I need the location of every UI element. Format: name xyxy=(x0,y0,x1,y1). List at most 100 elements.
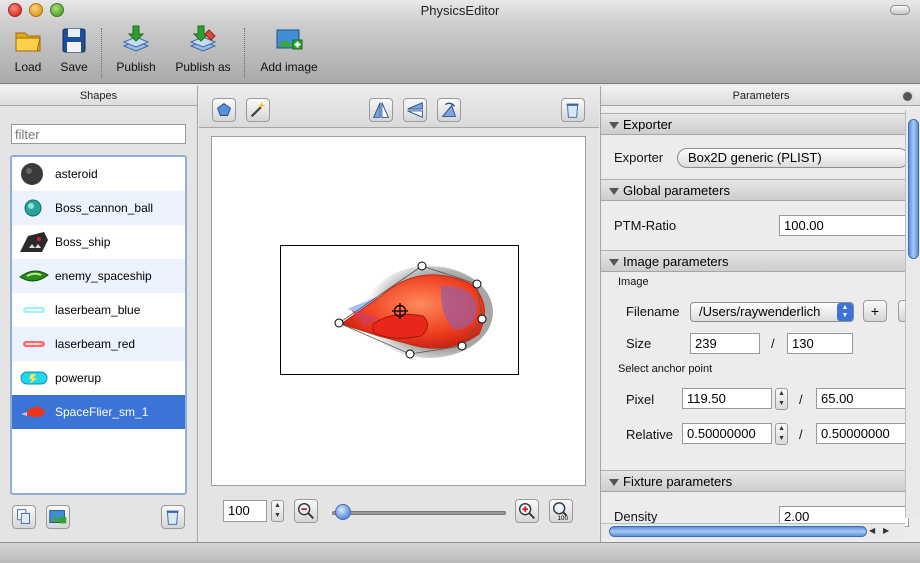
disclosure-triangle-icon xyxy=(609,259,619,266)
fixture-parameters-section-header[interactable]: Fixture parameters xyxy=(601,470,905,492)
add-image-label: Add image xyxy=(260,60,318,74)
horizontal-scrollbar[interactable]: ◀ ▶ xyxy=(601,523,905,538)
scroll-left-arrow[interactable]: ◀ xyxy=(869,526,875,535)
add-filename-button[interactable]: + xyxy=(863,300,887,322)
zoom-slider-knob[interactable] xyxy=(335,504,351,520)
anchor-pixel-x-stepper[interactable]: ▲ ▼ xyxy=(775,388,788,410)
shape-list[interactable]: asteroid Boss_cannon_ball Boss_ship enem… xyxy=(10,155,187,495)
list-item[interactable]: Boss_ship xyxy=(12,225,185,259)
parameters-panel: Parameters Exporter Exporter Box2D gener… xyxy=(600,86,920,542)
save-button[interactable]: Save xyxy=(56,24,92,74)
list-item-label: laserbeam_blue xyxy=(55,303,141,317)
editor-panel: 100 ▲ ▼ 100 xyxy=(199,86,599,542)
spaceflier-sprite xyxy=(334,261,493,359)
list-item[interactable]: laserbeam_red xyxy=(12,327,185,361)
trash-icon xyxy=(566,103,579,118)
save-label: Save xyxy=(60,60,88,74)
load-label: Load xyxy=(14,60,42,74)
list-item-label: powerup xyxy=(55,371,102,385)
delete-polygon-button[interactable] xyxy=(561,98,585,122)
disclosure-triangle-icon xyxy=(609,479,619,486)
density-label: Density xyxy=(614,509,658,524)
vertical-scroll-thumb[interactable] xyxy=(908,119,919,259)
delete-shape-button[interactable] xyxy=(161,505,185,529)
duplicate-shape-button[interactable] xyxy=(12,505,36,529)
publish-label: Publish xyxy=(116,60,156,74)
global-parameters-section-header[interactable]: Global parameters xyxy=(601,179,905,201)
list-item-label: Boss_cannon_ball xyxy=(55,201,154,215)
add-image-small-icon xyxy=(49,510,67,524)
shapes-panel: Shapes asteroid Boss_cannon_ball Boss_sh… xyxy=(0,86,198,542)
exporter-label: Exporter xyxy=(614,150,664,165)
zoom-value-field[interactable]: 100 xyxy=(223,500,267,522)
panel-options-icon[interactable] xyxy=(901,90,914,103)
filename-select[interactable]: /Users/raywenderlich xyxy=(690,302,854,322)
anchor-relative-x-field[interactable]: 0.50000000 xyxy=(682,423,772,444)
list-item-label: asteroid xyxy=(55,167,98,181)
list-item[interactable]: Boss_cannon_ball xyxy=(12,191,185,225)
zoom-slider-track[interactable] xyxy=(332,511,506,515)
ptm-ratio-label: PTM-Ratio xyxy=(614,218,677,233)
flip-horizontal-button[interactable] xyxy=(369,98,393,122)
list-item[interactable]: laserbeam_blue xyxy=(12,293,185,327)
list-item[interactable]: powerup xyxy=(12,361,185,395)
pixel-separator: / xyxy=(799,392,803,407)
boss-ship-thumb xyxy=(20,232,48,252)
exporter-select[interactable]: Box2D generic (PLIST) xyxy=(677,148,909,168)
zoom-stepper[interactable]: ▲ ▼ xyxy=(271,500,284,522)
ptm-ratio-field[interactable]: 100.00 xyxy=(779,215,909,236)
shapes-panel-title: Shapes xyxy=(0,86,197,106)
list-item[interactable]: enemy_spaceship xyxy=(12,259,185,293)
add-image-small-button[interactable] xyxy=(46,505,70,529)
magic-wand-button[interactable] xyxy=(246,98,270,122)
size-height-field: 130 xyxy=(787,333,853,354)
list-item-label: SpaceFlier_sm_1 xyxy=(55,405,149,419)
load-button[interactable]: Load xyxy=(10,24,46,74)
toolbar-toggle-button[interactable] xyxy=(890,5,910,15)
vertical-scrollbar[interactable] xyxy=(905,110,920,518)
enemy-spaceship-thumb xyxy=(19,270,49,282)
zoom-out-button[interactable] xyxy=(294,499,318,523)
image-parameters-section-header[interactable]: Image parameters xyxy=(601,250,905,272)
toolbar-separator xyxy=(101,28,102,78)
publish-button[interactable]: Publish xyxy=(112,24,160,74)
zoom-actual-size-icon: 100 xyxy=(552,502,568,522)
zoom-in-button[interactable] xyxy=(515,499,539,523)
disclosure-triangle-icon xyxy=(609,122,619,129)
relative-separator: / xyxy=(799,427,803,442)
pixel-label: Pixel xyxy=(626,392,655,407)
anchor-relative-y-field[interactable]: 0.50000000 xyxy=(816,423,916,444)
zoom-out-icon xyxy=(297,502,314,519)
list-item-label: enemy_spaceship xyxy=(55,269,152,283)
flip-vertical-button[interactable] xyxy=(403,98,427,122)
list-item[interactable]: asteroid xyxy=(12,157,185,191)
add-image-button[interactable]: Add image xyxy=(256,24,322,74)
size-separator: / xyxy=(771,336,775,351)
anchor-pixel-y-field[interactable]: 65.00 xyxy=(816,388,916,409)
publish-as-button[interactable]: Publish as xyxy=(172,24,234,74)
toolbar-separator xyxy=(244,28,245,78)
anchor-pixel-x-field[interactable]: 119.50 xyxy=(682,388,772,409)
pentagon-icon xyxy=(217,103,231,116)
image-subheading: Image xyxy=(618,276,649,288)
parameters-panel-title: Parameters xyxy=(601,86,920,106)
exporter-section-header[interactable]: Exporter xyxy=(601,113,905,135)
editor-canvas[interactable] xyxy=(211,136,586,486)
horizontal-scroll-thumb[interactable] xyxy=(609,526,867,537)
scroll-right-arrow[interactable]: ▶ xyxy=(883,526,889,535)
size-width-field: 239 xyxy=(690,333,760,354)
section-title: Exporter xyxy=(623,117,673,132)
magic-wand-icon xyxy=(250,101,266,118)
filter-input[interactable] xyxy=(11,124,186,144)
spaceflier-thumb xyxy=(21,406,45,418)
zoom-100-button[interactable]: 100 xyxy=(549,499,573,523)
sprite-bounds xyxy=(280,245,519,375)
section-title: Fixture parameters xyxy=(623,474,733,489)
cannon-ball-thumb xyxy=(24,199,42,217)
filename-select-arrows[interactable]: ▲ ▼ xyxy=(837,303,853,321)
rotate-button[interactable] xyxy=(437,98,461,122)
list-item-selected[interactable]: SpaceFlier_sm_1 xyxy=(12,395,185,429)
polygon-tool-button[interactable] xyxy=(212,98,236,122)
duplicate-icon xyxy=(17,509,30,524)
anchor-relative-x-stepper[interactable]: ▲ ▼ xyxy=(775,423,788,445)
